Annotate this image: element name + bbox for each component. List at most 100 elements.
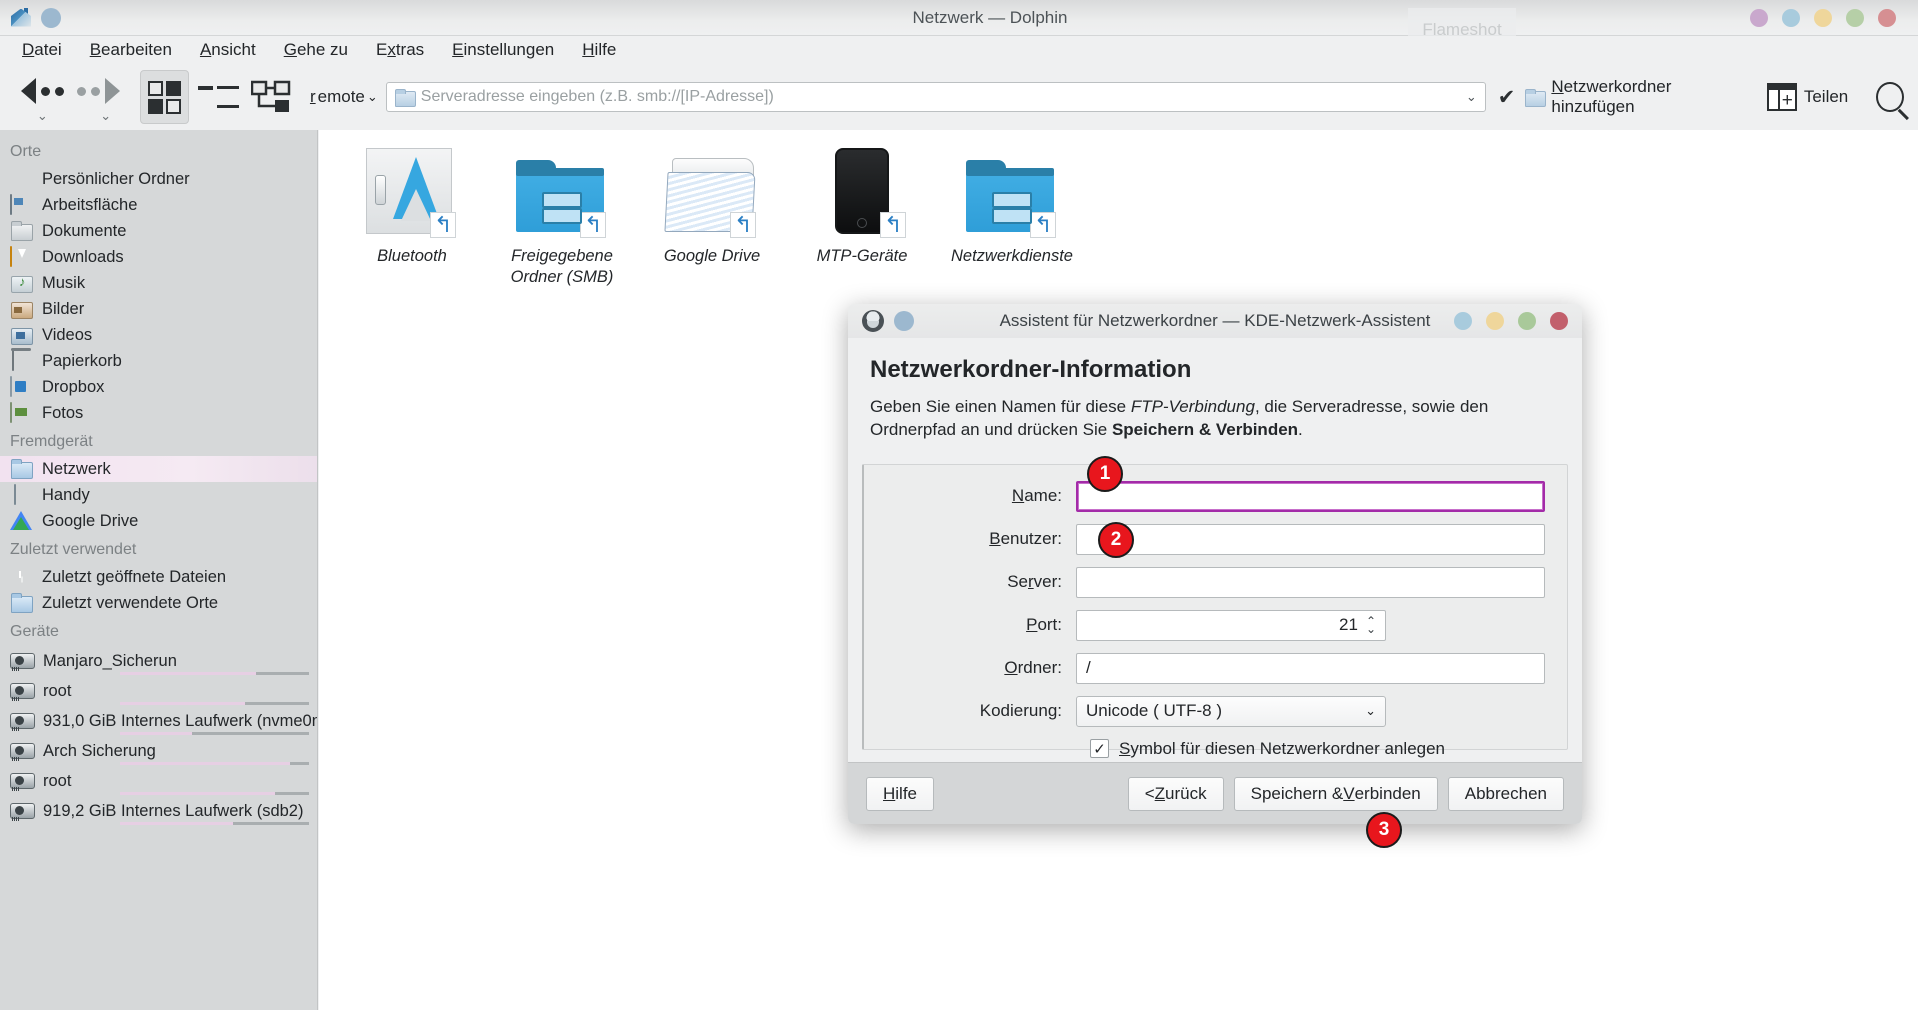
sidebar-item-device[interactable]: Manjaro_Sicherun bbox=[0, 646, 317, 676]
sidebar-section-orte: Orte bbox=[0, 136, 317, 166]
server-field[interactable] bbox=[1076, 567, 1545, 598]
back-button[interactable]: < Zurück bbox=[1128, 777, 1224, 811]
split-view-button[interactable]: + Teilen bbox=[1767, 83, 1848, 111]
places-sidebar[interactable]: Orte Persönlicher Ordner Arbeitsfläche D… bbox=[0, 130, 318, 1010]
window-button-1[interactable] bbox=[1750, 9, 1768, 27]
sidebar-item-music[interactable]: Musik bbox=[0, 270, 317, 296]
recent-files-icon bbox=[10, 567, 32, 587]
harddisk-icon bbox=[10, 652, 33, 671]
view-details-button[interactable] bbox=[193, 70, 242, 124]
create-icon-label: Symbol für diesen Netzwerkordner anlegen bbox=[1119, 739, 1445, 759]
dialog-button-1[interactable] bbox=[1454, 312, 1472, 330]
network-folder-wizard-dialog[interactable]: Assistent für Netzwerkordner — KDE-Netzw… bbox=[848, 304, 1582, 824]
split-label: Teilen bbox=[1804, 87, 1848, 107]
encoding-select[interactable]: Unicode ( UTF-8 ) ⌄ bbox=[1076, 696, 1386, 727]
form-row-server: Server: bbox=[886, 567, 1545, 598]
sidebar-item-photos[interactable]: Fotos bbox=[0, 400, 317, 426]
sidebar-item-dropbox[interactable]: Dropbox bbox=[0, 374, 317, 400]
file-label: Bluetooth bbox=[377, 246, 447, 267]
photos-folder-icon bbox=[10, 403, 32, 423]
google-drive-folder-icon bbox=[666, 148, 758, 240]
sidebar-item-device[interactable]: root bbox=[0, 676, 317, 706]
back-button[interactable]: ⌄ bbox=[14, 68, 71, 126]
file-item-bluetooth[interactable]: Bluetooth bbox=[337, 148, 487, 287]
form-row-port: Port: 21 ⌃⌄ bbox=[886, 610, 1545, 641]
window-button-2[interactable] bbox=[1782, 9, 1800, 27]
user-field[interactable] bbox=[1076, 524, 1545, 555]
add-network-folder-button[interactable]: Netzwerkordner hinzufügen bbox=[1525, 77, 1738, 117]
window-title: Netzwerk — Dolphin bbox=[913, 8, 1068, 27]
remote-scheme-selector[interactable]: remote⌄ bbox=[310, 87, 378, 107]
window-minimize-button[interactable] bbox=[1814, 9, 1832, 27]
file-item-google-drive[interactable]: Google Drive bbox=[637, 148, 787, 287]
dialog-maximize-button[interactable] bbox=[1518, 312, 1536, 330]
menu-ansicht[interactable]: Ansicht bbox=[186, 37, 270, 63]
file-item-mtp[interactable]: MTP-Geräte bbox=[787, 148, 937, 287]
capacity-bar bbox=[120, 792, 309, 795]
sidebar-item-device[interactable]: root bbox=[0, 766, 317, 796]
window-maximize-button[interactable] bbox=[1846, 9, 1864, 27]
create-icon-checkbox-row[interactable]: ✓ Symbol für diesen Netzwerkordner anleg… bbox=[886, 739, 1545, 759]
view-tree-button[interactable] bbox=[247, 70, 296, 124]
help-button[interactable]: Hilfe bbox=[866, 777, 934, 811]
sidebar-item-downloads[interactable]: Downloads bbox=[0, 244, 317, 270]
sidebar-item-trash[interactable]: Papierkorb bbox=[0, 348, 317, 374]
file-item-network-services[interactable]: Netzwerkdienste bbox=[937, 148, 1087, 287]
sidebar-item-personal-folder[interactable]: Persönlicher Ordner bbox=[0, 166, 317, 192]
pictures-folder-icon bbox=[10, 299, 32, 319]
view-icons-button[interactable] bbox=[140, 70, 189, 124]
dialog-minimize-button[interactable] bbox=[1486, 312, 1504, 330]
name-field[interactable] bbox=[1076, 481, 1545, 512]
port-spinner[interactable]: ⌃⌄ bbox=[1366, 617, 1376, 633]
menu-extras[interactable]: Extras bbox=[362, 37, 438, 63]
address-bar[interactable]: Serveradresse eingeben (z.B. smb://[IP-A… bbox=[386, 82, 1486, 112]
label-folder: Ordner: bbox=[886, 658, 1076, 678]
cancel-button[interactable]: Abbrechen bbox=[1448, 777, 1564, 811]
sidebar-item-google-drive[interactable]: Google Drive bbox=[0, 508, 317, 534]
label-user: Benutzer: bbox=[886, 529, 1076, 549]
sidebar-item-handy[interactable]: Handy bbox=[0, 482, 317, 508]
save-and-connect-button[interactable]: Speichern & Verbinden bbox=[1234, 777, 1438, 811]
chevron-down-icon[interactable]: ⌄ bbox=[100, 108, 111, 124]
shortcut-overlay-icon bbox=[430, 212, 456, 238]
form-row-folder: Ordner: / bbox=[886, 653, 1545, 684]
harddisk-icon bbox=[10, 802, 33, 821]
smb-folder-icon bbox=[516, 148, 608, 240]
chevron-down-icon[interactable]: ⌄ bbox=[1466, 89, 1477, 105]
file-item-smb[interactable]: Freigegebene Ordner (SMB) bbox=[487, 148, 637, 287]
chevron-down-icon[interactable]: ⌄ bbox=[37, 108, 48, 124]
search-icon[interactable] bbox=[1876, 82, 1904, 112]
port-field[interactable]: 21 ⌃⌄ bbox=[1076, 610, 1386, 641]
file-icon-row: Bluetooth Freigegebene Ordner (SMB) Goog… bbox=[319, 130, 1918, 287]
confirm-icon[interactable]: ✔ bbox=[1498, 85, 1516, 110]
sidebar-item-recent-files[interactable]: Zuletzt geöffnete Dateien bbox=[0, 564, 317, 590]
folder-field[interactable]: / bbox=[1076, 653, 1545, 684]
window-close-button[interactable] bbox=[1878, 9, 1896, 27]
encoding-value: Unicode ( UTF-8 ) bbox=[1086, 701, 1222, 721]
dialog-window-controls bbox=[1454, 312, 1568, 330]
sidebar-item-documents[interactable]: Dokumente bbox=[0, 218, 317, 244]
sidebar-item-device[interactable]: 919,2 GiB Internes Laufwerk (sdb2) bbox=[0, 796, 317, 826]
capacity-bar bbox=[120, 702, 309, 705]
sidebar-item-videos[interactable]: Videos bbox=[0, 322, 317, 348]
harddisk-icon bbox=[10, 682, 33, 701]
sidebar-item-netzwerk[interactable]: Netzwerk bbox=[0, 456, 317, 482]
sidebar-item-recent-places[interactable]: Zuletzt verwendete Orte bbox=[0, 590, 317, 616]
sidebar-item-pictures[interactable]: Bilder bbox=[0, 296, 317, 322]
menu-bearbeiten[interactable]: Bearbeiten bbox=[76, 37, 186, 63]
menu-einstellungen[interactable]: Einstellungen bbox=[438, 37, 568, 63]
forward-button[interactable]: ⌄ bbox=[71, 68, 128, 126]
sidebar-item-device[interactable]: 931,0 GiB Internes Laufwerk (nvme0n1p2) bbox=[0, 706, 317, 736]
dialog-close-button[interactable] bbox=[1550, 312, 1568, 330]
window-menu-dot[interactable] bbox=[41, 8, 61, 28]
capacity-bar bbox=[120, 822, 309, 825]
sidebar-section-zuletzt: Zuletzt verwendet bbox=[0, 534, 317, 564]
menu-datei[interactable]: Datei bbox=[8, 37, 76, 63]
menu-hilfe[interactable]: Hilfe bbox=[568, 37, 630, 63]
file-label: MTP-Geräte bbox=[817, 246, 908, 267]
create-icon-checkbox[interactable]: ✓ bbox=[1090, 739, 1109, 758]
sidebar-item-desktop[interactable]: Arbeitsfläche bbox=[0, 192, 317, 218]
menu-gehe-zu[interactable]: Gehe zu bbox=[270, 37, 362, 63]
sidebar-item-device[interactable]: Arch Sicherung bbox=[0, 736, 317, 766]
dialog-description: Geben Sie einen Namen für diese FTP-Verb… bbox=[848, 384, 1582, 442]
